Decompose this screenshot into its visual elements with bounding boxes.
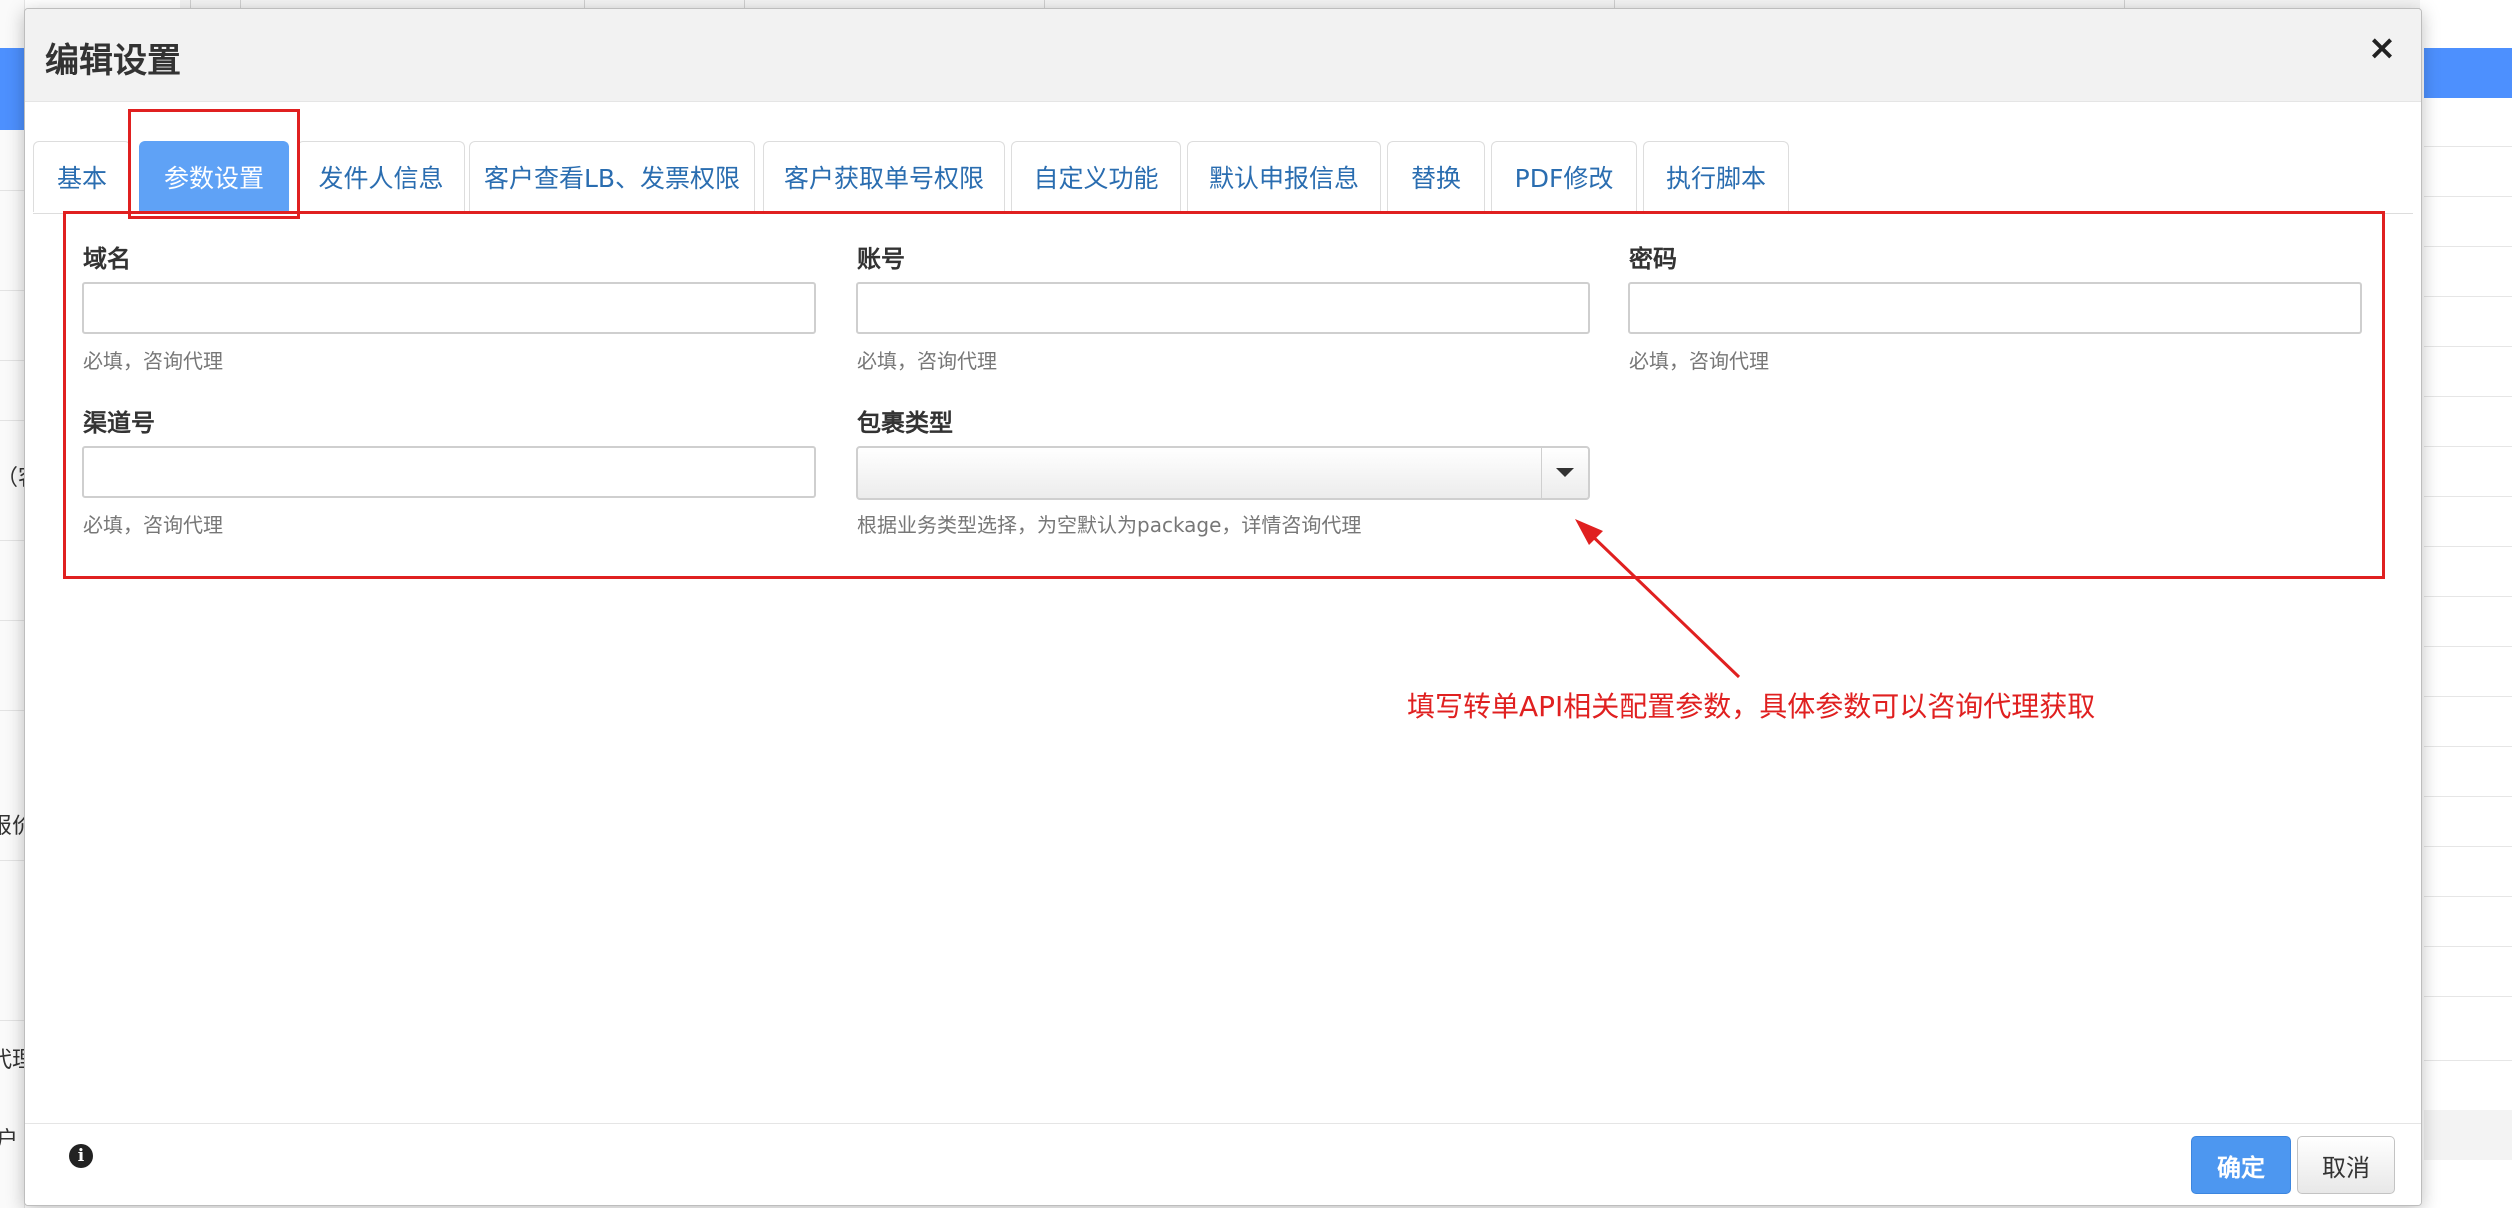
channel-label: 渠道号: [83, 409, 155, 437]
background-row: [2424, 596, 2512, 597]
account-label: 账号: [857, 245, 905, 273]
background-row: [2424, 646, 2512, 647]
tab-sender-info[interactable]: 发件人信息: [297, 141, 465, 212]
background-text-fragment: ）: [0, 572, 14, 604]
package-type-help-text: 根据业务类型选择，为空默认为package，详情咨询代理: [857, 513, 1362, 537]
background-row: [2424, 396, 2512, 397]
tab-customer-view-lb-invoice-permission[interactable]: 客户查看LB、发票权限: [469, 141, 755, 212]
dialog-header: 编辑设置 ×: [25, 9, 2421, 102]
background-divider: [0, 1020, 24, 1021]
annotation-arrow: [1575, 519, 1741, 679]
edit-settings-dialog: 编辑设置 × 基本 参数设置 发件人信息 客户查看LB、发票权限 客户获取单号权…: [24, 8, 2422, 1206]
info-icon[interactable]: i: [69, 1144, 93, 1168]
background-divider: [0, 190, 24, 191]
background-divider: [0, 860, 24, 861]
background-left-selected: [0, 48, 24, 130]
background-right-selected: [2424, 48, 2512, 98]
background-row: [2424, 446, 2512, 447]
package-type-label: 包裹类型: [857, 409, 953, 437]
background-row: [2424, 196, 2512, 197]
password-input[interactable]: [1628, 282, 2362, 334]
background-divider: [0, 620, 24, 621]
background-row: [2424, 896, 2512, 897]
background-text-fragment: 户: [0, 1128, 19, 1153]
account-input[interactable]: [856, 282, 1590, 334]
tab-custom-functions[interactable]: 自定义功能: [1011, 141, 1181, 212]
background-row: [2424, 146, 2512, 147]
settings-tab-bar: 基本 参数设置 发件人信息 客户查看LB、发票权限 客户获取单号权限 自定义功能…: [33, 133, 2413, 214]
domain-label: 域名: [83, 245, 131, 273]
cancel-button[interactable]: 取消: [2297, 1136, 2395, 1194]
background-right-panel: [2424, 0, 2512, 1208]
password-help-text: 必填，咨询代理: [1629, 349, 1769, 373]
tab-execute-script[interactable]: 执行脚本: [1643, 141, 1789, 212]
account-help-text: 必填，咨询代理: [857, 349, 997, 373]
tab-customer-tracking-number-permission[interactable]: 客户获取单号权限: [763, 141, 1005, 212]
tab-replace[interactable]: 替换: [1387, 141, 1485, 212]
tab-default-declaration-info[interactable]: 默认申报信息: [1187, 141, 1381, 212]
background-row: [2424, 746, 2512, 747]
dialog-title: 编辑设置: [45, 41, 181, 81]
background-divider: [0, 710, 24, 711]
background-row: [2424, 496, 2512, 497]
background-row: [2424, 1060, 2512, 1061]
background-row-shade: [2424, 1110, 2512, 1160]
background-divider: [0, 540, 24, 541]
background-row: [2424, 796, 2512, 797]
password-label: 密码: [1629, 245, 1677, 273]
background-left-panel: [0, 0, 25, 1208]
channel-help-text: 必填，咨询代理: [83, 513, 223, 537]
background-row: [2424, 246, 2512, 247]
background-divider: [0, 290, 24, 291]
background-row: [2424, 996, 2512, 997]
background-row: [2424, 296, 2512, 297]
package-type-select[interactable]: [856, 446, 1590, 500]
background-row: [2424, 546, 2512, 547]
tab-pdf-modify[interactable]: PDF修改: [1491, 141, 1637, 212]
background-divider: [0, 360, 24, 361]
tab-parameter-settings[interactable]: 参数设置: [139, 141, 289, 212]
background-row: [2424, 946, 2512, 947]
background-row: [2424, 696, 2512, 697]
tab-basic[interactable]: 基本: [33, 141, 131, 212]
chevron-down-icon: [1556, 468, 1574, 477]
annotation-text: 填写转单API相关配置参数，具体参数可以咨询代理获取: [1407, 690, 2096, 723]
background-row: [2424, 846, 2512, 847]
background-row: [2424, 346, 2512, 347]
confirm-button[interactable]: 确定: [2191, 1136, 2291, 1194]
domain-input[interactable]: [82, 282, 816, 334]
domain-help-text: 必填，咨询代理: [83, 349, 223, 373]
dialog-footer: i 确定 取消: [25, 1123, 2421, 1205]
close-icon[interactable]: ×: [2365, 31, 2399, 65]
channel-input[interactable]: [82, 446, 816, 498]
background-divider: [0, 420, 24, 421]
